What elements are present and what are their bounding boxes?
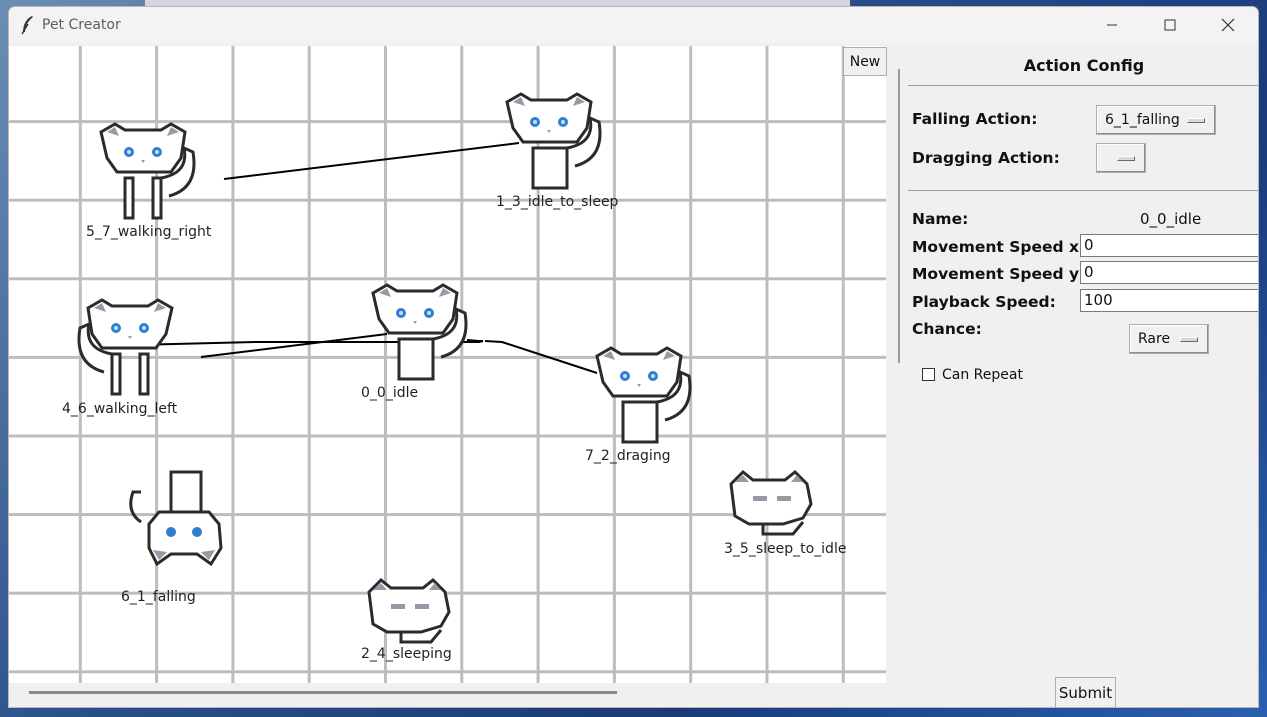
transition-link-4-6-walking-left-to-0-0-idle <box>200 333 388 358</box>
divider <box>908 190 1258 191</box>
sprite-label: 0_0_idle <box>361 385 419 401</box>
action-config-panel: Action Config Falling Action: 6_1_fallin… <box>902 46 1258 707</box>
window-title: Pet Creator <box>42 17 121 33</box>
movement-speed-y-label: Movement Speed y: <box>912 265 1086 283</box>
cat-icon <box>367 577 451 644</box>
cat-icon <box>371 283 468 381</box>
submit-button[interactable]: Submit <box>1055 677 1116 707</box>
pet-sprite-1-3-idle-to-sleep[interactable] <box>495 88 615 198</box>
minimize-button[interactable] <box>1083 7 1141 43</box>
sprite-label: 7_2_draging <box>585 448 671 464</box>
divider <box>908 85 1258 86</box>
animation-graph-canvas[interactable]: 5_7_walking_right 1_3_idle_to_sleep 4_6_… <box>9 46 886 683</box>
cat-icon <box>729 469 813 536</box>
title-bar: Pet Creator <box>9 7 1258 43</box>
chance-value: Rare <box>1138 331 1171 347</box>
sprite-label: 6_1_falling <box>121 589 196 605</box>
cat-icon <box>99 122 196 220</box>
dragging-action-label: Dragging Action: <box>912 149 1060 167</box>
movement-speed-y-input[interactable]: 0 <box>1080 261 1258 284</box>
name-value: 0_0_idle <box>1140 210 1202 228</box>
panel-title: Action Config <box>1023 56 1145 75</box>
falling-action-menu[interactable]: 6_1_falling <box>1096 105 1216 135</box>
cat-icon <box>595 346 692 444</box>
playback-speed-label: Playback Speed: <box>912 293 1056 311</box>
new-action-button[interactable]: New <box>843 47 887 76</box>
cat-icon <box>129 470 223 567</box>
pet-sprite-0-0-idle[interactable] <box>361 279 481 389</box>
dragging-action-menu[interactable] <box>1096 143 1146 173</box>
pet-sprite-6-1-falling[interactable] <box>121 462 241 572</box>
dropdown-indicator-icon <box>1187 118 1205 123</box>
pet-sprite-3-5-sleep-to-idle[interactable] <box>723 466 823 541</box>
falling-action-label: Falling Action: <box>912 110 1038 128</box>
playback-speed-input[interactable]: 100 <box>1080 289 1258 312</box>
transition-link-5-7-walking-right-to-1-3-idle-to-sleep <box>223 142 520 180</box>
chance-menu[interactable]: Rare <box>1129 324 1209 354</box>
sprite-label: 1_3_idle_to_sleep <box>496 194 619 210</box>
can-repeat-label: Can Repeat <box>942 367 1023 383</box>
panel-separator <box>898 69 900 363</box>
sprite-label: 5_7_walking_right <box>86 224 212 240</box>
name-label: Name: <box>912 210 969 228</box>
transition-link-0-0-idle-to-7-2-draging <box>484 340 598 374</box>
pet-sprite-2-4-sleeping[interactable] <box>361 574 461 649</box>
chance-label: Chance: <box>912 320 982 338</box>
feather-icon <box>21 16 33 35</box>
pet-creator-window: Pet Creator 5_7_walking_right 1_3_idle_t… <box>8 6 1259 708</box>
falling-action-value: 6_1_falling <box>1105 112 1180 128</box>
pet-sprite-4-6-walking-left[interactable] <box>64 294 184 404</box>
pet-sprite-5-7-walking-right[interactable] <box>89 118 209 228</box>
minimize-icon <box>1107 24 1117 26</box>
close-icon <box>1221 18 1235 32</box>
sprite-label: 3_5_sleep_to_idle <box>724 541 847 557</box>
maximize-button[interactable] <box>1141 7 1199 43</box>
cat-icon <box>505 92 602 190</box>
pet-sprite-7-2-draging[interactable] <box>585 342 705 452</box>
close-button[interactable] <box>1199 7 1257 43</box>
movement-speed-x-label: Movement Speed x: <box>912 238 1086 256</box>
dropdown-indicator-icon <box>1180 337 1198 342</box>
maximize-icon <box>1164 19 1176 31</box>
sprite-label: 2_4_sleeping <box>361 646 452 662</box>
can-repeat-checkbox[interactable] <box>922 368 935 381</box>
horizontal-scrollbar[interactable] <box>29 691 617 694</box>
sprite-label: 4_6_walking_left <box>62 401 178 417</box>
dropdown-indicator-icon <box>1117 156 1135 161</box>
movement-speed-x-input[interactable]: 0 <box>1080 234 1258 257</box>
cat-icon <box>77 298 174 396</box>
